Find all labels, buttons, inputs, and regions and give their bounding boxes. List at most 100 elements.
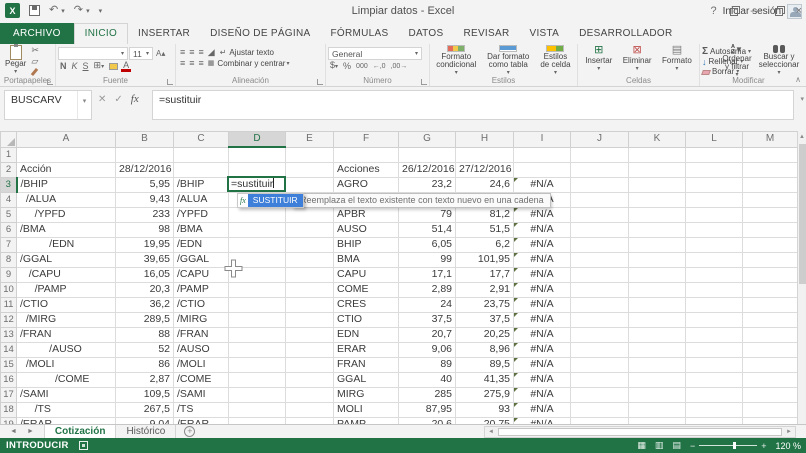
cell-B9[interactable]: 16,05 — [115, 266, 174, 283]
cell-G13[interactable]: 20,7 — [398, 326, 456, 343]
cell-I18[interactable]: #N/A — [513, 401, 571, 418]
cell-K17[interactable] — [628, 386, 686, 403]
cell-E8[interactable] — [285, 251, 334, 268]
cell-J6[interactable] — [570, 221, 629, 238]
cell-H7[interactable]: 6,2 — [455, 236, 514, 253]
cell-J17[interactable] — [570, 386, 629, 403]
cell-J18[interactable] — [570, 401, 629, 418]
cell-I11[interactable]: #N/A — [513, 296, 571, 313]
cell-M9[interactable] — [742, 266, 797, 283]
column-header-H[interactable]: H — [455, 131, 514, 148]
column-header-M[interactable]: M — [742, 131, 797, 148]
cell-L16[interactable] — [685, 371, 743, 388]
cell-J11[interactable] — [570, 296, 629, 313]
align-right-icon[interactable]: ≡ — [197, 58, 205, 69]
cell-I1[interactable] — [513, 146, 571, 163]
scroll-up-icon[interactable]: ▲ — [798, 131, 806, 143]
cell-H14[interactable]: 8,96 — [455, 341, 514, 358]
cell-F8[interactable]: BMA — [333, 251, 399, 268]
cell-L12[interactable] — [685, 311, 743, 328]
cell-styles-button[interactable]: Estilos de celda ▾ — [536, 45, 575, 77]
cell-B3[interactable]: 5,95 — [115, 176, 174, 193]
cell-J7[interactable] — [570, 236, 629, 253]
cell-G10[interactable]: 2,89 — [398, 281, 456, 298]
cell-I13[interactable]: #N/A — [513, 326, 571, 343]
merge-center-icon[interactable]: ▦ — [206, 58, 217, 69]
vertical-scroll-thumb[interactable] — [799, 144, 806, 284]
underline-button[interactable]: S — [81, 61, 91, 72]
font-color-icon[interactable]: A — [121, 61, 132, 72]
cell-I10[interactable]: #N/A — [513, 281, 571, 298]
cell-A15[interactable]: /MOLI — [16, 356, 116, 373]
cell-E3[interactable] — [285, 176, 334, 193]
tab-desarrollador[interactable]: DESARROLLADOR — [569, 24, 682, 44]
cell-I16[interactable]: #N/A — [513, 371, 571, 388]
cell-I7[interactable]: #N/A — [513, 236, 571, 253]
cell-D10[interactable] — [228, 281, 286, 298]
sheet-tab-cotizaci-n[interactable]: Cotización — [43, 425, 117, 438]
cell-A4[interactable]: /ALUA — [16, 191, 116, 208]
cell-E17[interactable] — [285, 386, 334, 403]
cell-C7[interactable]: /EDN — [173, 236, 229, 253]
cell-B17[interactable]: 109,5 — [115, 386, 174, 403]
cell-F11[interactable]: CRES — [333, 296, 399, 313]
row-header-19[interactable]: 19 — [0, 416, 17, 424]
column-header-I[interactable]: I — [513, 131, 571, 148]
cell-I3[interactable]: #N/A — [513, 176, 571, 193]
cell-G12[interactable]: 37,5 — [398, 311, 456, 328]
cell-M12[interactable] — [742, 311, 797, 328]
cell-G1[interactable] — [398, 146, 456, 163]
cell-K13[interactable] — [628, 326, 686, 343]
cell-K8[interactable] — [628, 251, 686, 268]
cell-B10[interactable]: 20,3 — [115, 281, 174, 298]
tab-insertar[interactable]: INSERTAR — [128, 24, 200, 44]
cell-F13[interactable]: EDN — [333, 326, 399, 343]
insert-cells-button[interactable]: ⊞ Insertar ▾ — [581, 45, 616, 77]
cell-A8[interactable]: /GGAL — [16, 251, 116, 268]
cell-A18[interactable]: /TS — [16, 401, 116, 418]
cancel-entry-icon[interactable]: ✕ — [98, 94, 106, 105]
cell-I12[interactable]: #N/A — [513, 311, 571, 328]
cell-M17[interactable] — [742, 386, 797, 403]
insert-function-icon[interactable]: fx — [131, 93, 139, 105]
column-header-L[interactable]: L — [685, 131, 743, 148]
cell-B2[interactable]: 28/12/2016 — [115, 161, 174, 178]
column-header-E[interactable]: E — [285, 131, 334, 148]
cell-K9[interactable] — [628, 266, 686, 283]
comma-style-icon[interactable]: 000 — [354, 61, 370, 72]
number-format-select[interactable]: General ▾ — [328, 47, 422, 60]
cell-G6[interactable]: 51,4 — [398, 221, 456, 238]
cell-E7[interactable] — [285, 236, 334, 253]
cell-C12[interactable]: /MIRG — [173, 311, 229, 328]
font-name-select[interactable]: ▾ — [58, 47, 128, 60]
cell-A2[interactable]: Acción — [16, 161, 116, 178]
cell-J9[interactable] — [570, 266, 629, 283]
minimize-icon[interactable]: — — [751, 5, 762, 17]
cell-L14[interactable] — [685, 341, 743, 358]
cell-C9[interactable]: /CAPU — [173, 266, 229, 283]
italic-button[interactable]: K — [70, 61, 80, 72]
cell-B16[interactable]: 2,87 — [115, 371, 174, 388]
cell-H17[interactable]: 275,9 — [455, 386, 514, 403]
cell-F10[interactable]: COME — [333, 281, 399, 298]
row-header-13[interactable]: 13 — [0, 326, 17, 343]
cell-B12[interactable]: 289,5 — [115, 311, 174, 328]
font-size-select[interactable]: 11 ▾ — [129, 47, 153, 60]
cell-A12[interactable]: /MIRG — [16, 311, 116, 328]
cell-I9[interactable]: #N/A — [513, 266, 571, 283]
cell-H18[interactable]: 93 — [455, 401, 514, 418]
cell-M19[interactable] — [742, 416, 797, 424]
formula-autocomplete[interactable]: fx SUSTITUIR — [237, 193, 304, 208]
cell-L3[interactable] — [685, 176, 743, 193]
cell-C6[interactable]: /BMA — [173, 221, 229, 238]
cell-L1[interactable] — [685, 146, 743, 163]
cell-F18[interactable]: MOLI — [333, 401, 399, 418]
cell-I15[interactable]: #N/A — [513, 356, 571, 373]
cell-I14[interactable]: #N/A — [513, 341, 571, 358]
page-layout-view-icon[interactable]: ▥ — [655, 440, 664, 451]
format-painter-icon[interactable] — [31, 67, 39, 77]
scroll-left-icon[interactable]: ◄ — [485, 429, 497, 435]
cell-G8[interactable]: 99 — [398, 251, 456, 268]
cell-J3[interactable] — [570, 176, 629, 193]
cell-F16[interactable]: GGAL — [333, 371, 399, 388]
